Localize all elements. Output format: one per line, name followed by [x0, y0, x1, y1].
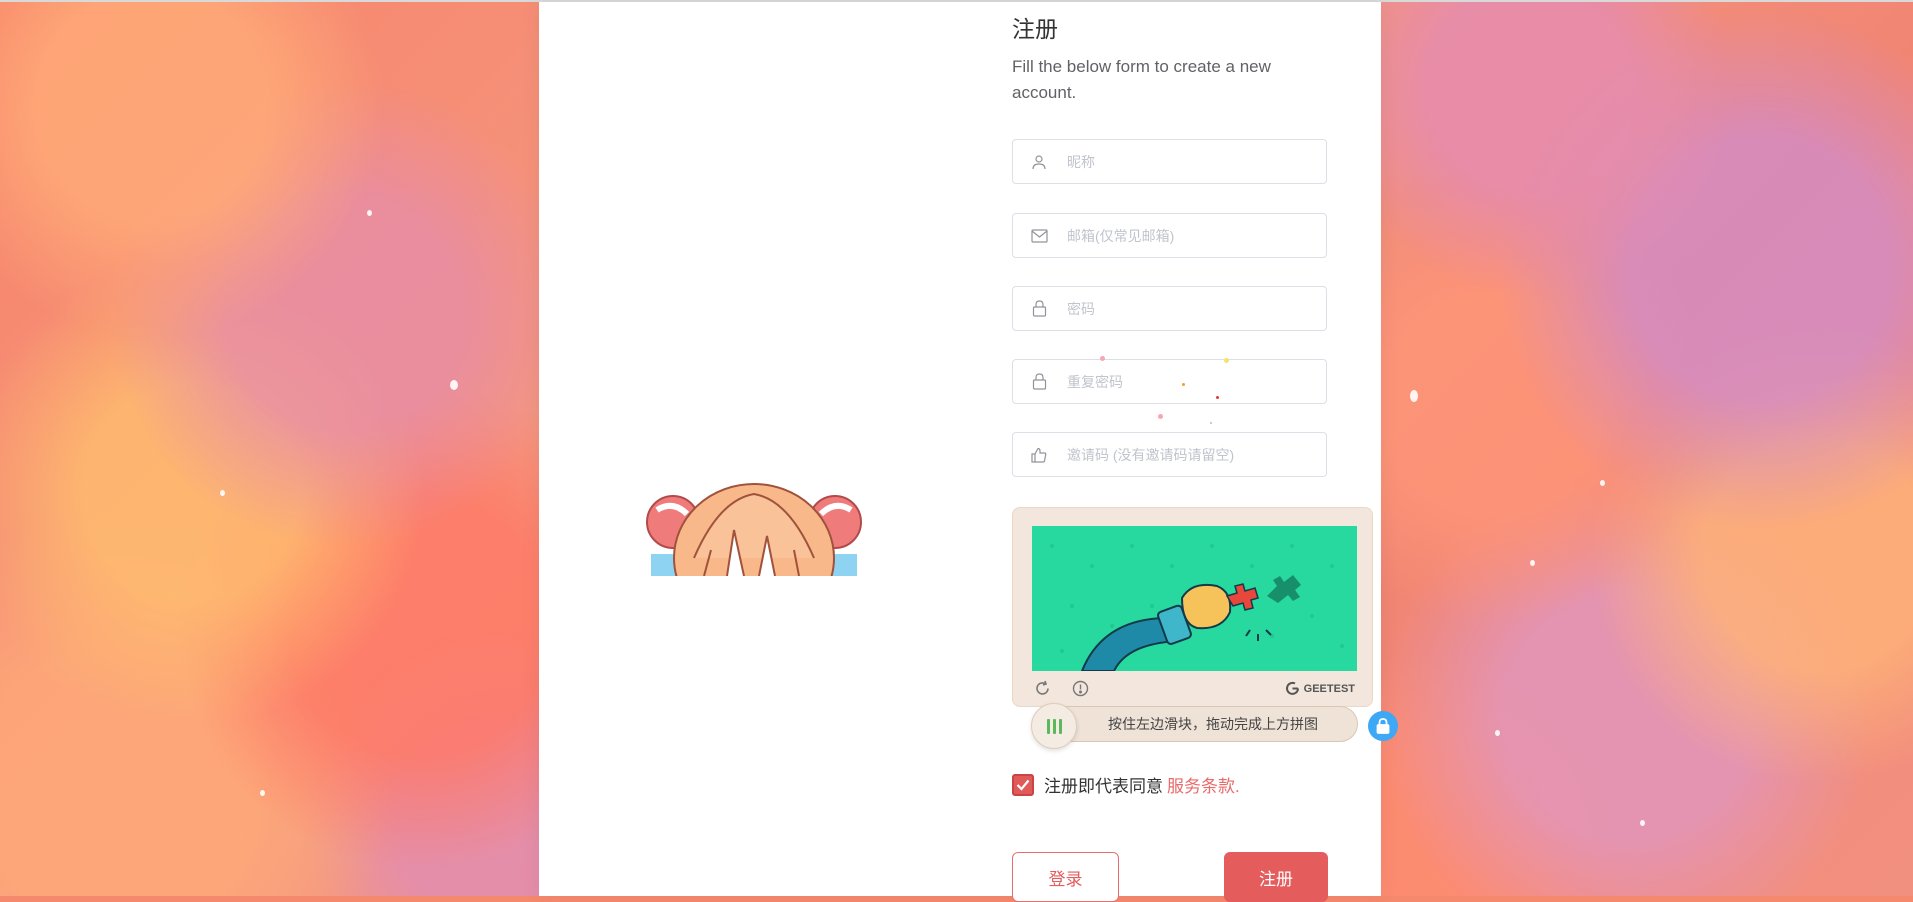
captcha-toolbar: GEETEST: [1032, 678, 1357, 700]
captcha-puzzle-image: [1032, 526, 1357, 671]
user-icon: [1013, 154, 1065, 170]
invite-code-input[interactable]: [1065, 432, 1326, 477]
password-field[interactable]: [1012, 286, 1327, 331]
page-subtitle: Fill the below form to create a new acco…: [1012, 57, 1271, 102]
captcha-slider-track[interactable]: 按住左边滑块，拖动完成上方拼图: [1031, 703, 1358, 749]
page-title: 注册: [1012, 16, 1058, 42]
lock-icon: [1013, 300, 1065, 317]
confetti-dot: [1216, 396, 1219, 399]
email-field[interactable]: [1012, 213, 1327, 258]
confetti-dot: [1210, 422, 1212, 424]
lock-icon: [1013, 373, 1065, 390]
thumbs-up-icon: [1013, 447, 1065, 463]
email-input[interactable]: [1065, 213, 1326, 258]
repeat-password-input[interactable]: [1065, 359, 1326, 404]
register-button[interactable]: 注册: [1224, 852, 1328, 902]
nickname-field[interactable]: [1012, 139, 1327, 184]
confetti-dot: [1182, 383, 1185, 386]
mail-icon: [1013, 228, 1065, 243]
password-input[interactable]: [1065, 286, 1326, 331]
info-icon[interactable]: [1072, 680, 1089, 702]
register-card: 注册 Fill the below form to create a new a…: [539, 2, 1398, 902]
confetti-dot: [1100, 356, 1105, 361]
terms-link[interactable]: 服务条款.: [1167, 772, 1240, 797]
repeat-password-field[interactable]: [1012, 359, 1327, 404]
confetti-dot: [1158, 414, 1163, 419]
mascot-illustration: [646, 483, 862, 576]
captcha-panel: GEETEST: [1012, 507, 1373, 707]
invite-code-field[interactable]: [1012, 432, 1327, 477]
agreement-text: 注册即代表同意: [1044, 777, 1163, 796]
geetest-brand: GEETEST: [1303, 682, 1355, 695]
captcha-slider-handle[interactable]: [1031, 703, 1077, 749]
refresh-icon[interactable]: [1034, 680, 1051, 702]
login-button[interactable]: 登录: [1012, 852, 1119, 902]
captcha-slider-hint: 按住左边滑块，拖动完成上方拼图: [1108, 716, 1318, 732]
confetti-dot: [1224, 358, 1229, 363]
lock-icon: [1368, 711, 1398, 741]
geetest-logo: GEETEST: [1284, 680, 1355, 697]
agreement-checkbox[interactable]: [1012, 773, 1034, 796]
agreement-row: 注册即代表同意 服务条款.: [1012, 772, 1240, 797]
nickname-input[interactable]: [1065, 139, 1326, 184]
